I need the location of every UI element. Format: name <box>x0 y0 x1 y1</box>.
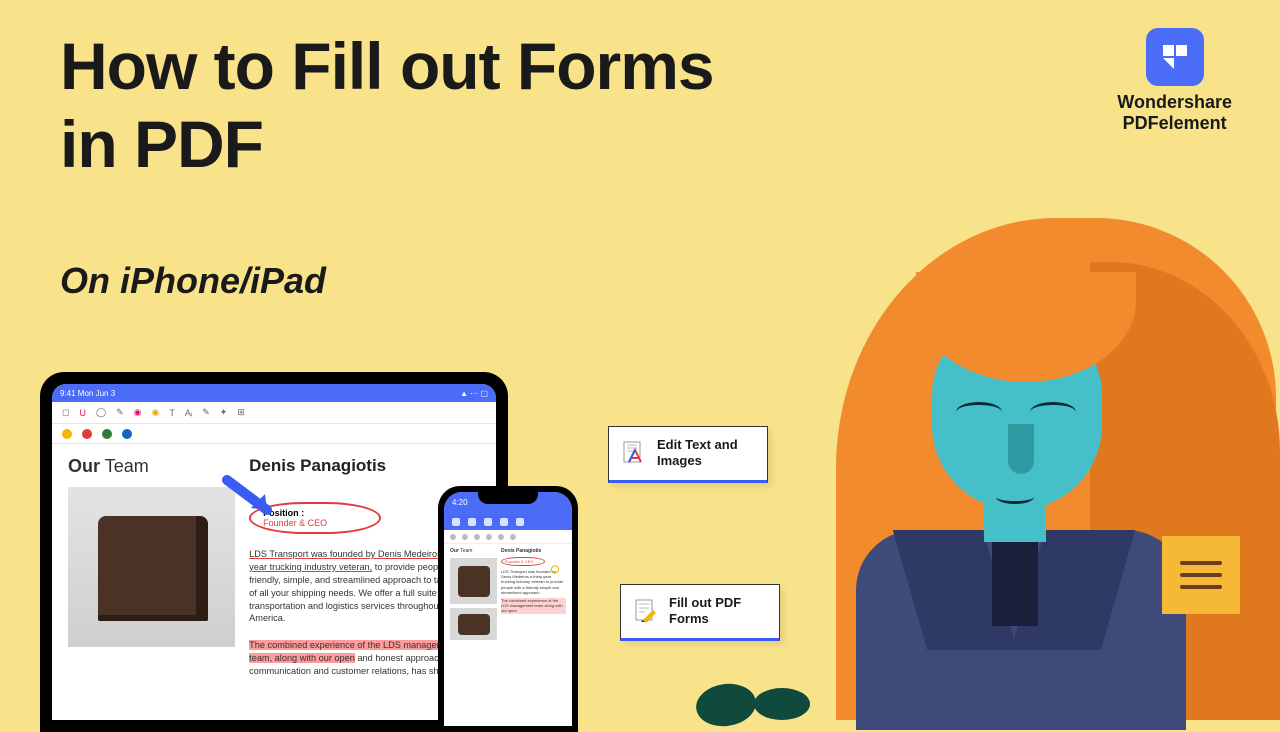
chair-image-small-2 <box>450 608 497 640</box>
headline-line2: in PDF <box>60 106 714 184</box>
brand-line2: PDFelement <box>1117 113 1232 134</box>
leaf-shape <box>693 680 758 730</box>
card-fill-forms-label: Fill out PDF Forms <box>669 595 741 628</box>
ipad-heading-our-team: Our Team <box>68 456 235 477</box>
card-edit-text-label: Edit Text and Images <box>657 437 738 470</box>
iphone-document: Our Team Denis Panagiotis Founder & CEO … <box>444 544 572 644</box>
chair-image-small <box>450 558 497 604</box>
ipad-toolbar-secondary <box>52 424 496 444</box>
headline: How to Fill out Forms in PDF <box>60 28 714 184</box>
ipad-statusbar: 9:41 Mon Jun 3 ▲ ⋯ ▢ <box>52 384 496 402</box>
ipad-toolbar-primary: ◻U◯✎ ◉◉ TAᵢ✎✦⊞ <box>52 402 496 424</box>
brand-line1: Wondershare <box>1117 92 1232 113</box>
iphone-notch <box>478 492 538 504</box>
headline-line1: How to Fill out Forms <box>60 28 714 106</box>
arrow-icon <box>219 474 283 524</box>
card-fill-forms: Fill out PDF Forms <box>620 584 780 641</box>
ipad-screen: 9:41 Mon Jun 3 ▲ ⋯ ▢ ◻U◯✎ ◉◉ TAᵢ✎✦⊞ Our … <box>52 384 496 720</box>
iphone-toolbar <box>444 514 572 530</box>
iphone-position: Founder & CEO <box>501 557 545 566</box>
ipad-document: Our Team Denis Panagiotis Position : Fou… <box>52 444 496 720</box>
person-illustration <box>760 210 1280 720</box>
edit-text-icon <box>621 440 647 466</box>
chair-image <box>68 487 235 647</box>
iphone-toolbar2 <box>444 530 572 544</box>
hamburger-menu-icon <box>1162 536 1240 614</box>
ipad-status-icons: ▲ ⋯ ▢ <box>460 389 488 398</box>
person-name: Denis Panagiotis <box>249 456 480 476</box>
card-edit-text: Edit Text and Images <box>608 426 768 483</box>
ipad-time: 9:41 Mon Jun 3 <box>60 389 115 398</box>
subtitle: On iPhone/iPad <box>60 260 326 302</box>
iphone-screen: 4:20 Our Team Denis Panagiotis Founder &… <box>444 492 572 726</box>
iphone-mockup: 4:20 Our Team Denis Panagiotis Founder &… <box>438 486 578 732</box>
lightbulb-icon-small <box>546 560 564 578</box>
pdfelement-logo-icon <box>1146 28 1204 86</box>
leaf-shape <box>754 688 810 720</box>
brand-block: Wondershare PDFelement <box>1117 28 1232 134</box>
fill-forms-icon <box>633 598 659 624</box>
